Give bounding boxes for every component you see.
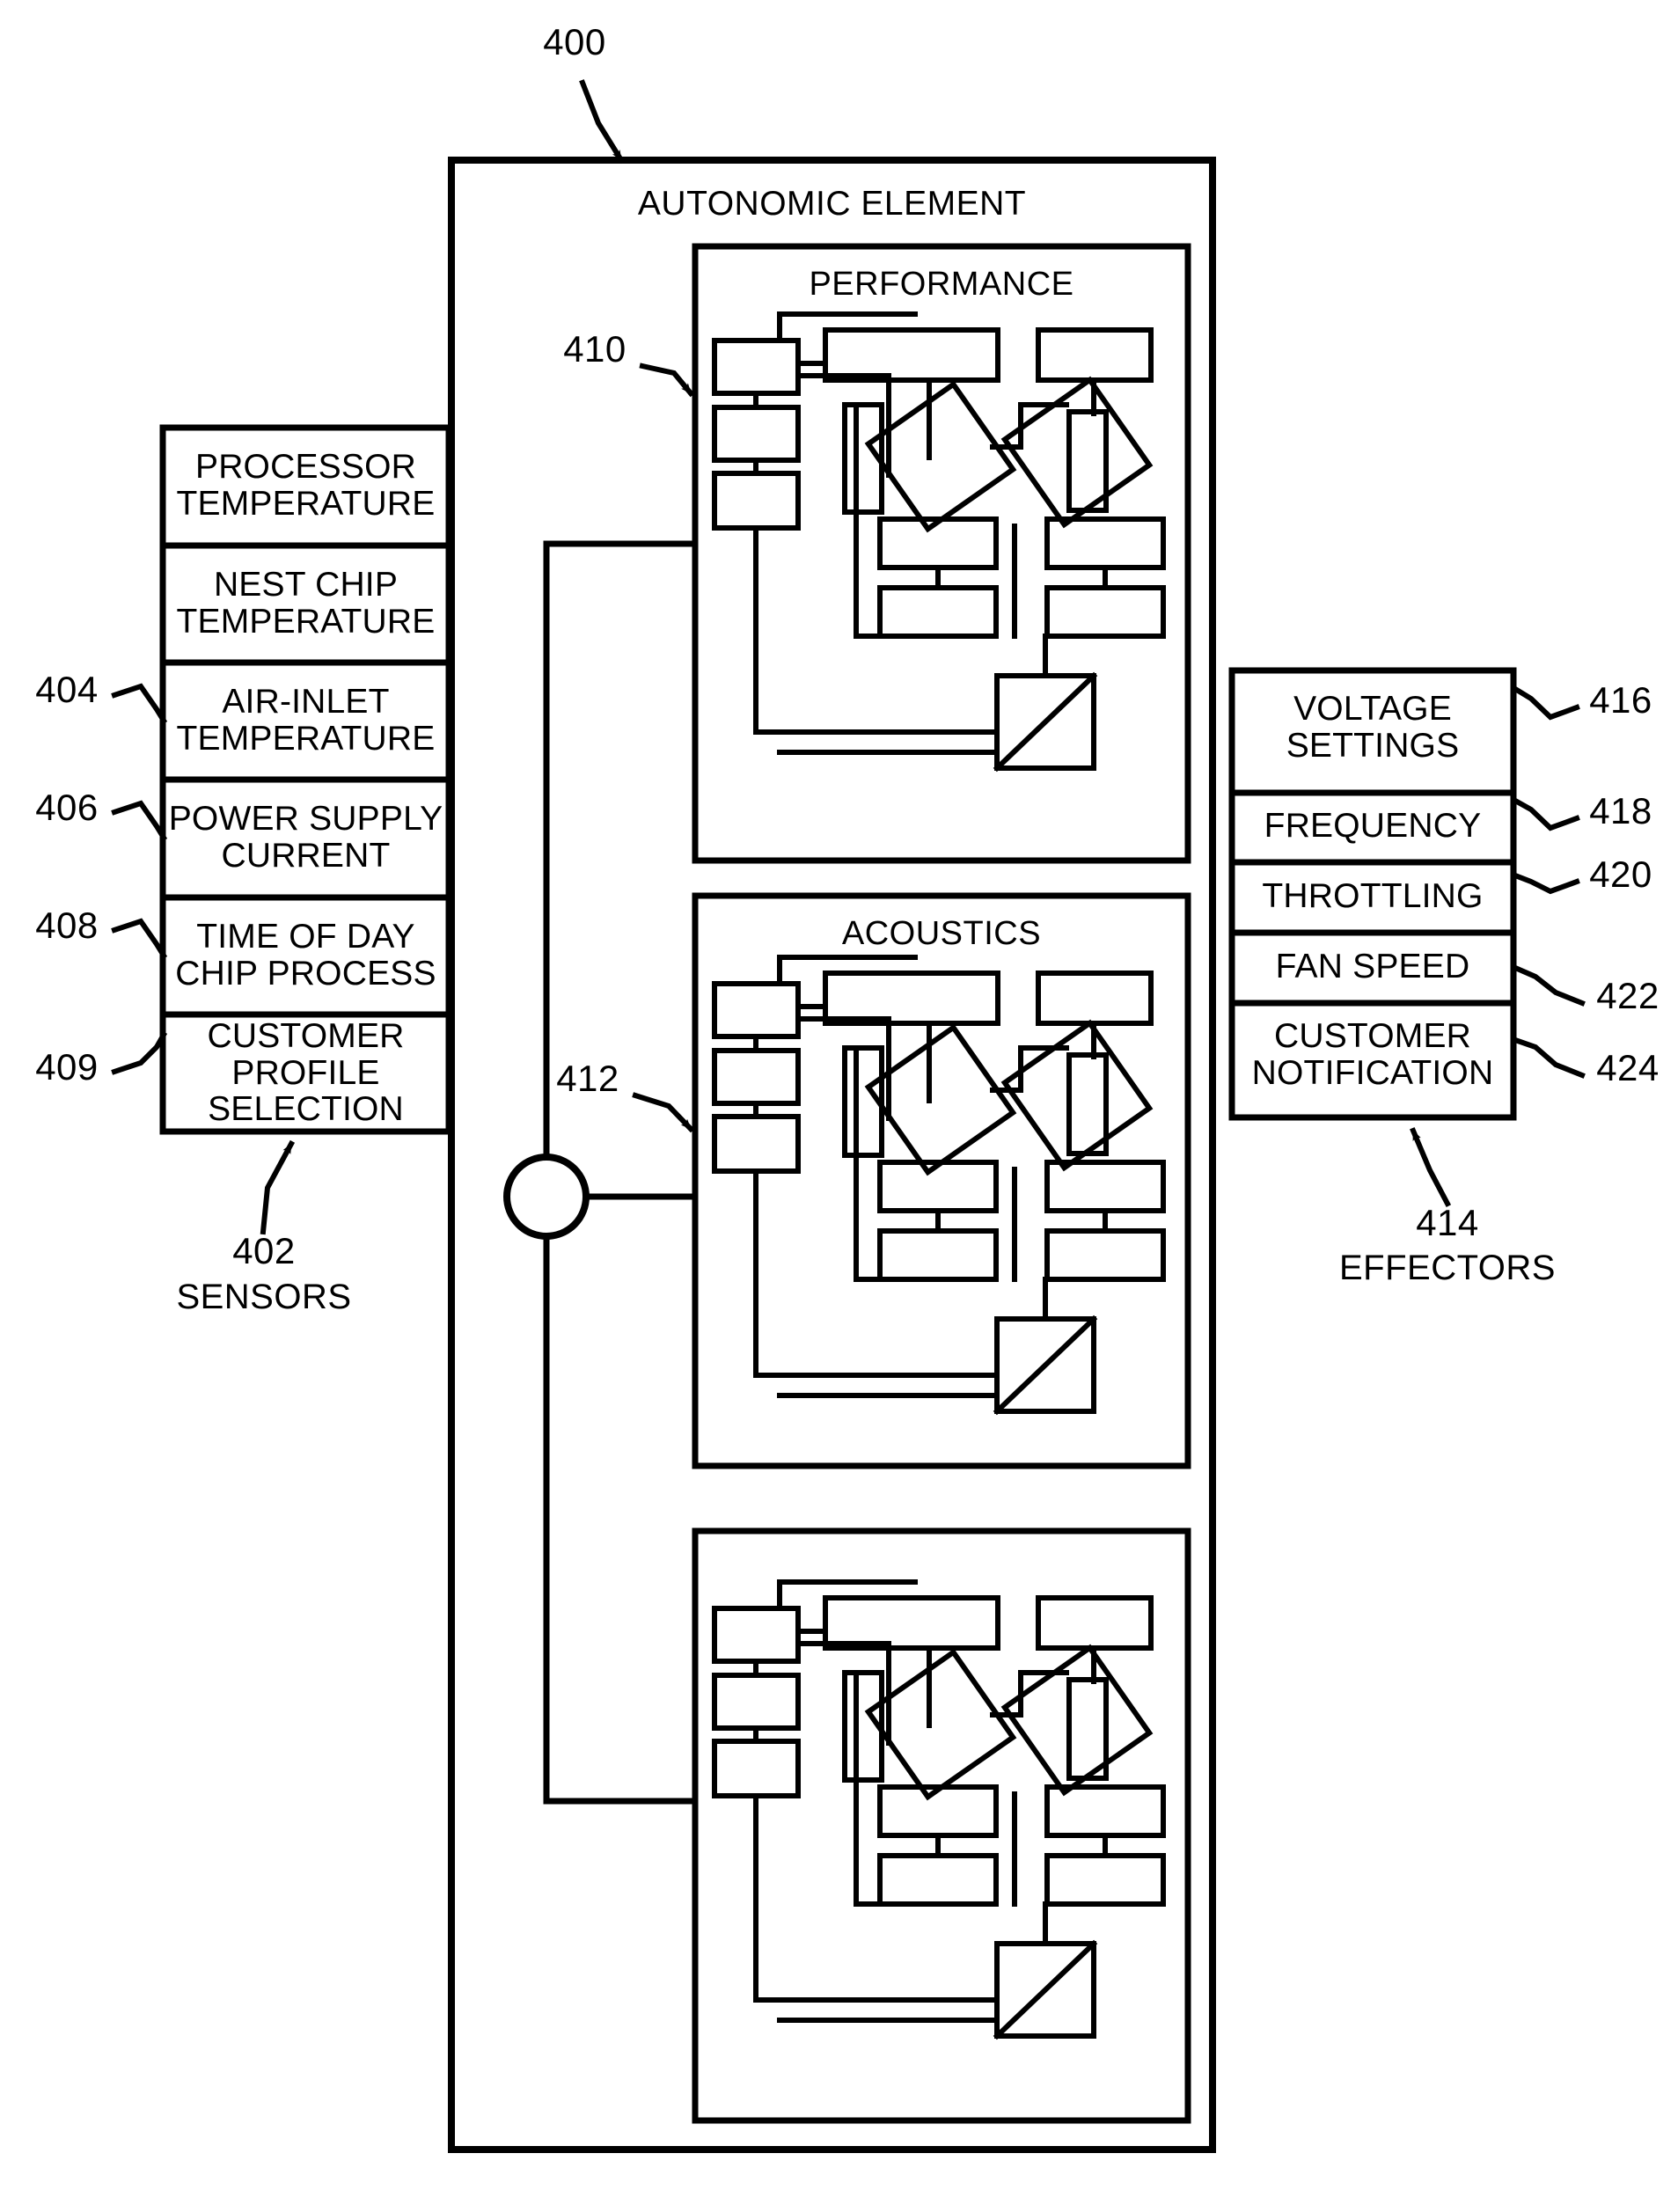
- sensor-cell-air-inlet-temperature: AIR-INLET TEMPERATURE: [176, 683, 436, 758]
- ref-418: 418: [1589, 790, 1652, 831]
- leader-404: [111, 683, 168, 725]
- leader-409: [111, 1030, 168, 1075]
- leader-410: [639, 363, 695, 398]
- ref-420: 420: [1589, 853, 1652, 895]
- schematic-acoustics: [712, 955, 1166, 1416]
- leader-412: [632, 1092, 695, 1133]
- schematic-third: [712, 1579, 1166, 2040]
- ref-404: 404: [35, 669, 99, 710]
- effector-cell-throttling: THROTTLING: [1262, 877, 1484, 915]
- leader-414: [1410, 1127, 1452, 1208]
- leader-402: [260, 1139, 296, 1235]
- ref-409: 409: [35, 1046, 99, 1088]
- bus-bottom-branch: [543, 1230, 699, 1805]
- ref-414: 414: [1416, 1202, 1479, 1243]
- sensor-cell-nest-chip-temperature: NEST CHIP TEMPERATURE: [176, 566, 436, 641]
- subsystem-title-performance: PERFORMANCE: [809, 266, 1074, 303]
- sensor-cell-power-supply-current: POWER SUPPLY CURRENT: [168, 800, 443, 875]
- subsystem-box-third: [692, 1527, 1191, 2124]
- leader-424: [1512, 1036, 1586, 1079]
- ref-416: 416: [1589, 679, 1652, 721]
- effector-cell-frequency: FREQUENCY: [1264, 807, 1482, 845]
- effector-cell-customer-notification: CUSTOMER NOTIFICATION: [1251, 1017, 1494, 1092]
- effectors-group-label: EFFECTORS: [1338, 1249, 1556, 1287]
- leader-406: [111, 800, 168, 842]
- effector-cell-fan-speed: FAN SPEED: [1275, 948, 1470, 985]
- effector-cell-voltage-settings: VOLTAGE SETTINGS: [1286, 690, 1460, 765]
- patent-figure: 400 AUTONOMIC ELEMENT PERFORMANCE 410 AC…: [0, 0, 1678, 2212]
- sensors-group-label: SENSORS: [176, 1278, 352, 1316]
- leader-420: [1512, 872, 1580, 895]
- sensor-cell-customer-profile-selection: CUSTOMER PROFILE SELECTION: [207, 1017, 405, 1129]
- ref-400: 400: [543, 21, 606, 62]
- leader-416: [1511, 685, 1580, 721]
- sensor-cell-time-of-day-chip-process: TIME OF DAY CHIP PROCESS: [175, 918, 436, 992]
- leader-408: [111, 918, 168, 960]
- ref-402: 402: [232, 1230, 296, 1271]
- autonomic-element-title: AUTONOMIC ELEMENT: [637, 185, 1027, 223]
- ref-408: 408: [35, 905, 99, 946]
- ref-412: 412: [556, 1058, 619, 1099]
- leader-418: [1511, 796, 1580, 831]
- subsystem-title-acoustics: ACOUSTICS: [841, 915, 1042, 952]
- ref-424: 424: [1596, 1047, 1660, 1088]
- ref-422: 422: [1596, 975, 1660, 1016]
- leader-422: [1512, 964, 1586, 1007]
- sensor-cell-processor-temperature: PROCESSOR TEMPERATURE: [176, 448, 436, 523]
- schematic-performance: [712, 311, 1166, 773]
- ref-406: 406: [35, 787, 99, 828]
- leader-400: [579, 79, 626, 165]
- ref-410: 410: [563, 328, 627, 370]
- bus-junction-circle: [503, 1154, 590, 1240]
